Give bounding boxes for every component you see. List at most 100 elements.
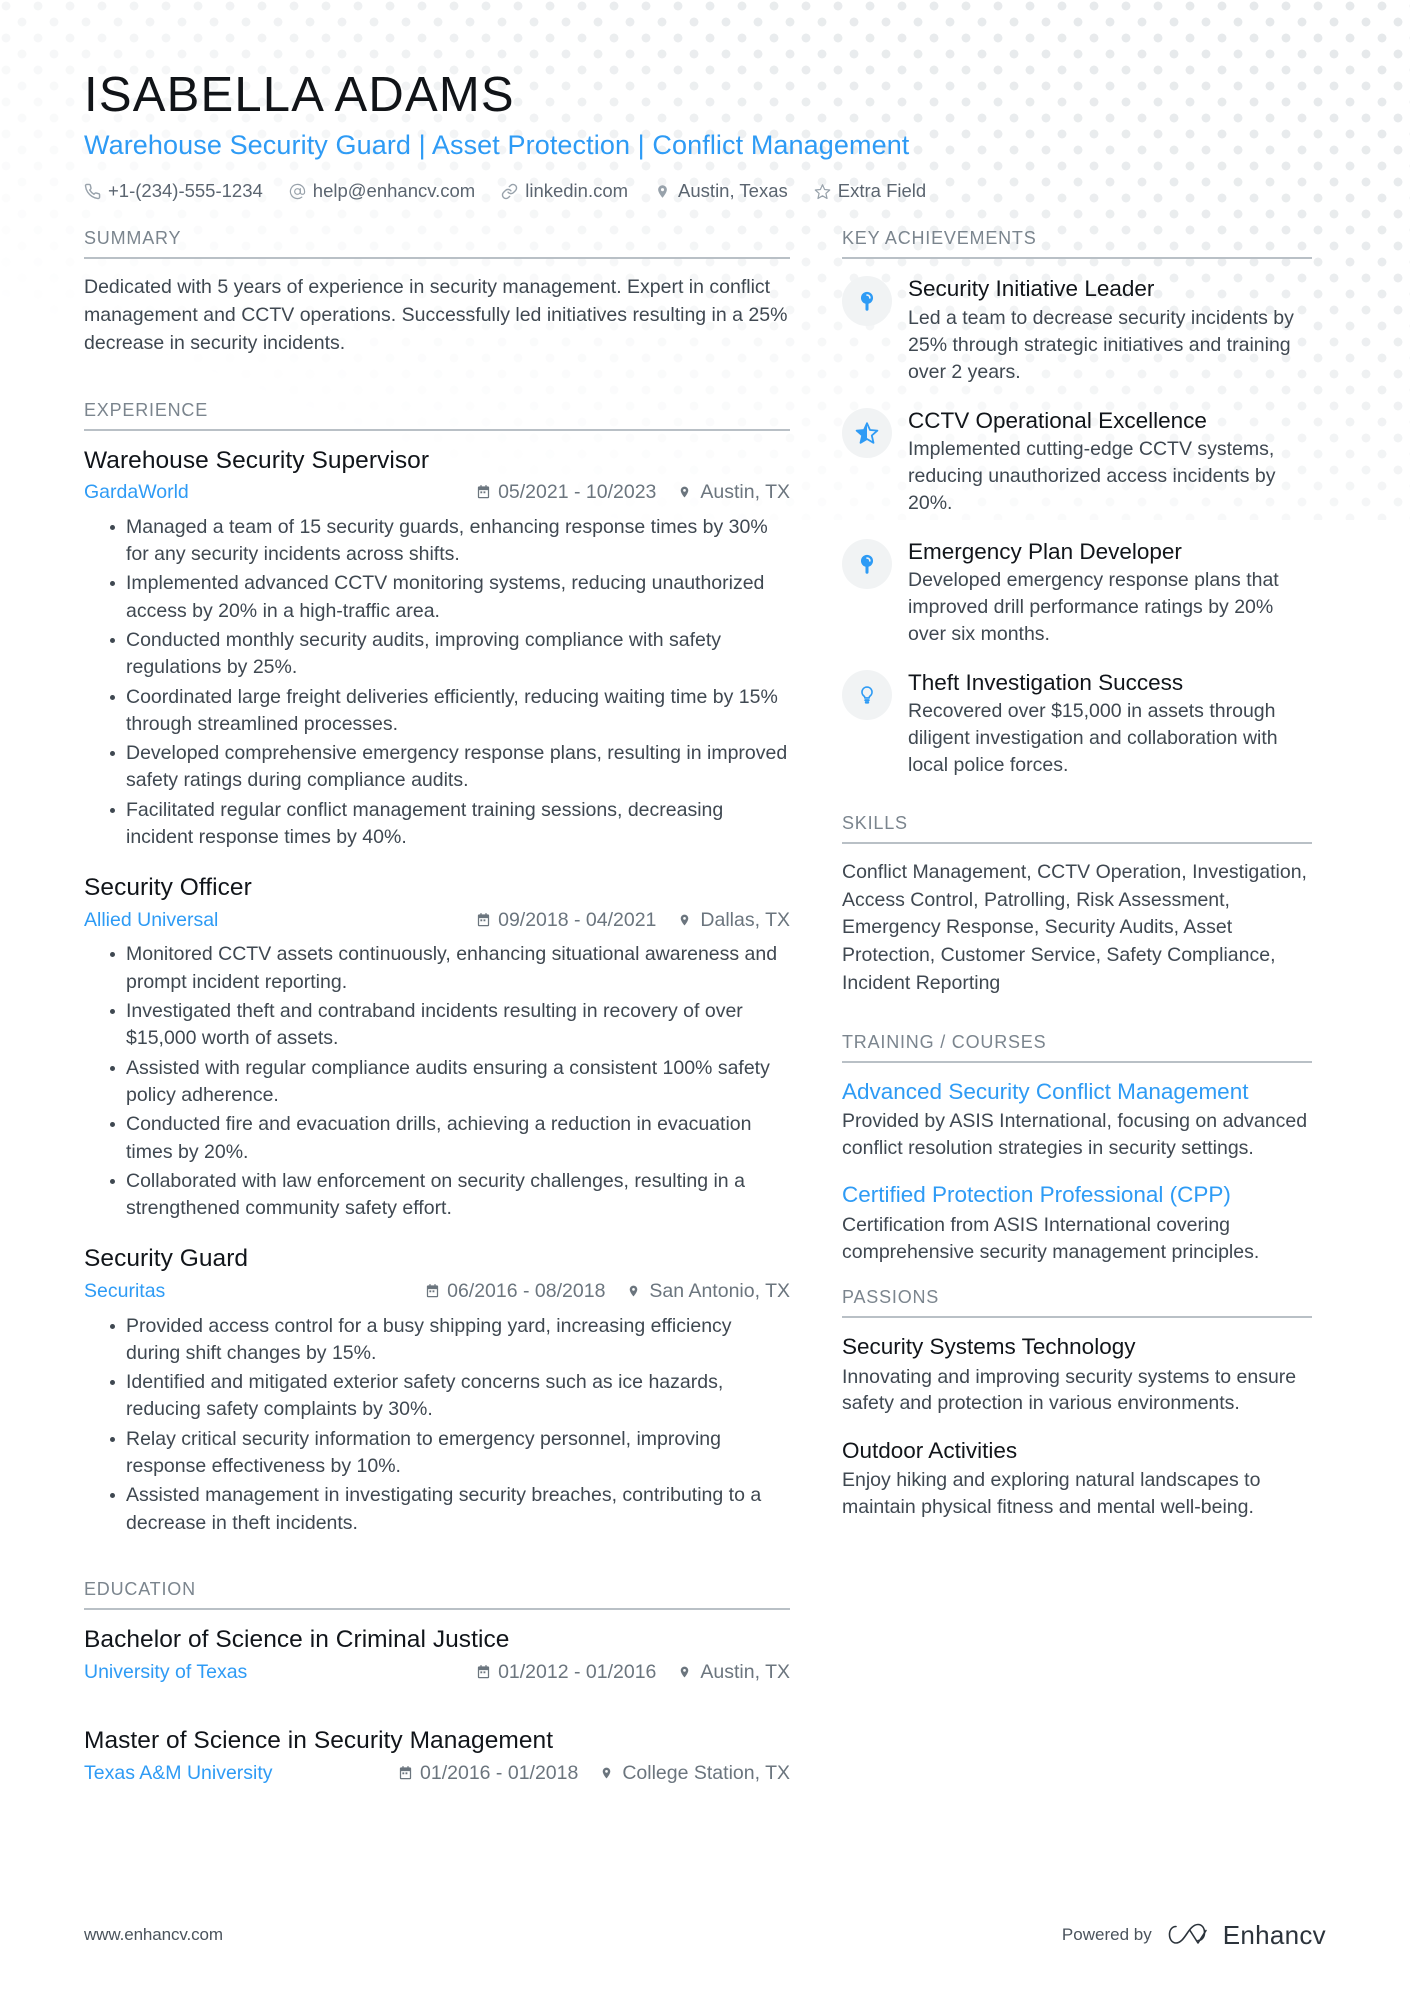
passion-description: Innovating and improving security system… (842, 1365, 1297, 1415)
experience-dates-text: 09/2018 - 04/2021 (498, 909, 657, 932)
experience-bullet: Monitored CCTV assets continuously, enha… (110, 941, 790, 996)
experience-company[interactable]: Securitas (84, 1278, 165, 1305)
key-achievements-list: Security Initiative Leader Led a team to… (842, 274, 1312, 779)
experience-bullet: Conducted monthly security audits, impro… (110, 627, 790, 682)
experience-location: San Antonio, TX (627, 1278, 790, 1305)
experience-bullet: Managed a team of 15 security guards, en… (110, 514, 790, 569)
education-school[interactable]: University of Texas (84, 1659, 247, 1686)
training-entry: Certified Protection Professional (CPP) … (842, 1181, 1312, 1265)
contact-extra-field-text: Extra Field (837, 180, 927, 202)
experience-job-title: Security Officer (84, 874, 252, 902)
section-title-skills: SKILLS (842, 813, 1312, 845)
education-location: College Station, TX (600, 1760, 790, 1787)
education-dates: 01/2012 - 01/2016 (476, 1659, 656, 1686)
section-education: EDUCATION Bachelor of Science in Crimina… (84, 1579, 790, 1787)
education-school[interactable]: Texas A&M University (84, 1760, 273, 1787)
calendar-icon (476, 912, 491, 928)
passion-title: Security Systems Technology (842, 1334, 1136, 1360)
star-badge-icon (855, 421, 879, 445)
skills-text: Conflict Management, CCTV Operation, Inv… (842, 861, 1307, 994)
experience-bullet: Provided access control for a busy shipp… (110, 1313, 790, 1368)
pin-badge-icon (856, 289, 878, 313)
passion-entry: Outdoor Activities Enjoy hiking and expl… (842, 1437, 1312, 1521)
education-meta: Texas A&M University 01/2016 - 01/2018 C… (84, 1760, 790, 1787)
experience-job-title: Security Guard (84, 1245, 249, 1273)
resume-content: ISABELLA ADAMS Warehouse Security Guard … (0, 0, 1410, 1791)
experience-bullet: Assisted management in investigating sec… (110, 1482, 790, 1537)
training-title[interactable]: Certified Protection Professional (CPP) (842, 1181, 1312, 1209)
section-passions: PASSIONS Security Systems Technology Inn… (842, 1287, 1312, 1521)
experience-company[interactable]: Allied Universal (84, 907, 218, 934)
passion-description: Enjoy hiking and exploring natural lands… (842, 1469, 1261, 1519)
experience-bullet: Developed comprehensive emergency respon… (110, 740, 790, 795)
education-dates-text: 01/2016 - 01/2018 (420, 1762, 579, 1785)
calendar-icon (425, 1283, 440, 1299)
contact-email[interactable]: help@enhancv.com (289, 180, 475, 202)
footer-website-url[interactable]: www.enhancv.com (84, 1925, 223, 1945)
contact-extra-field[interactable]: Extra Field (814, 180, 926, 202)
section-title-training-courses: TRAINING / COURSES (842, 1032, 1312, 1063)
experience-dates: 06/2016 - 08/2018 (425, 1278, 605, 1305)
education-dates: 01/2016 - 01/2018 (398, 1760, 578, 1787)
enhancv-brand[interactable]: Enhancv (1168, 1920, 1326, 1951)
experience-location-text: Dallas, TX (700, 909, 790, 932)
experience-location-text: Austin, TX (700, 481, 790, 504)
achievement-badge (842, 669, 892, 720)
location-pin-icon (678, 1664, 693, 1680)
location-pin-icon (600, 1765, 615, 1781)
education-dates-text: 01/2012 - 01/2016 (498, 1660, 657, 1683)
experience-company[interactable]: GardaWorld (84, 479, 189, 506)
contact-location[interactable]: Austin, Texas (654, 180, 788, 202)
location-pin-icon (678, 912, 693, 928)
experience-bullet: Investigated theft and contraband incide… (110, 998, 790, 1053)
experience-dates: 05/2021 - 10/2023 (476, 479, 656, 506)
candidate-headline: Warehouse Security Guard | Asset Protect… (84, 130, 910, 161)
achievement-badge (842, 407, 892, 458)
education-entry: Master of Science in Security Management… (84, 1726, 790, 1787)
experience-bullet: Conducted fire and evacuation drills, ac… (110, 1111, 790, 1166)
experience-bullet: Coordinated large freight deliveries eff… (110, 684, 790, 739)
contact-phone[interactable]: +1-(234)-555-1234 (84, 180, 263, 202)
education-entry: Bachelor of Science in Criminal Justice … (84, 1625, 790, 1686)
achievement-description: Implemented cutting-edge CCTV systems, r… (908, 438, 1276, 514)
star-icon (814, 183, 831, 200)
experience-meta: GardaWorld 05/2021 - 10/2023 Austin, TX (84, 479, 790, 506)
contact-link[interactable]: linkedin.com (501, 180, 628, 202)
enhancv-logo-icon (1168, 1921, 1212, 1949)
experience-bullet: Assisted with regular compliance audits … (110, 1055, 790, 1110)
training-title[interactable]: Advanced Security Conflict Management (842, 1078, 1312, 1106)
footer-branding: Powered by Enhancv (1062, 1920, 1326, 1951)
experience-meta: Allied Universal 09/2018 - 04/2021 Dalla… (84, 907, 790, 934)
experience-bullets: Monitored CCTV assets continuously, enha… (84, 941, 790, 1222)
calendar-icon (398, 1765, 413, 1781)
experience-entry: Security Guard Securitas 06/2016 - 08/20… (84, 1244, 790, 1537)
key-achievement-item: CCTV Operational Excellence Implemented … (842, 406, 1312, 517)
experience-bullet: Collaborated with law enforcement on sec… (110, 1168, 790, 1223)
candidate-name: ISABELLA ADAMS (84, 68, 515, 122)
experience-dates-text: 06/2016 - 08/2018 (447, 1280, 606, 1303)
section-skills: SKILLS Conflict Management, CCTV Operati… (842, 813, 1312, 997)
summary-text: Dedicated with 5 years of experience in … (84, 276, 788, 354)
section-title-education: EDUCATION (84, 1579, 790, 1610)
experience-location-text: San Antonio, TX (649, 1280, 790, 1303)
achievement-title: Security Initiative Leader (908, 276, 1155, 302)
passion-title: Outdoor Activities (842, 1438, 1018, 1464)
contact-row: +1-(234)-555-1234 help@enhancv.com linke… (84, 180, 1332, 202)
resume-footer: www.enhancv.com Powered by Enhancv (0, 1875, 1410, 1995)
contact-location-text: Austin, Texas (678, 180, 788, 202)
achievement-description: Recovered over $15,000 in assets through… (908, 700, 1278, 777)
education-meta: University of Texas 01/2012 - 01/2016 Au… (84, 1659, 790, 1686)
achievement-title: Theft Investigation Success (908, 669, 1184, 695)
experience-meta: Securitas 06/2016 - 08/2018 San Antonio,… (84, 1278, 790, 1305)
experience-bullets: Managed a team of 15 security guards, en… (84, 514, 790, 852)
achievement-title: Emergency Plan Developer (908, 538, 1182, 564)
section-key-achievements: KEY ACHIEVEMENTS Security Initiative Lea… (842, 228, 1312, 779)
contact-link-text: linkedin.com (525, 180, 629, 202)
resume-header: ISABELLA ADAMS Warehouse Security Guard … (84, 68, 1332, 202)
experience-dates: 09/2018 - 04/2021 (476, 907, 656, 934)
experience-bullets: Provided access control for a busy shipp… (84, 1313, 790, 1537)
section-training-courses: TRAINING / COURSES Advanced Security Con… (842, 1032, 1312, 1266)
experience-location: Dallas, TX (678, 907, 790, 934)
experience-dates-text: 05/2021 - 10/2023 (498, 481, 657, 504)
phone-icon (84, 183, 101, 200)
